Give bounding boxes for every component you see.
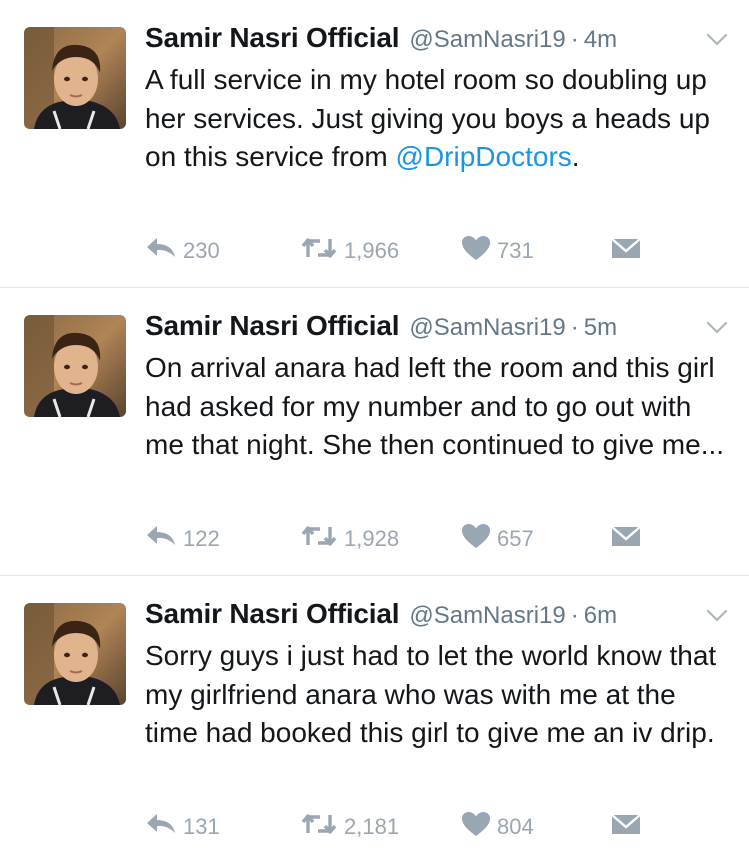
tweet[interactable]: Samir Nasri Official @SamNasri19 · 5m On… [0,288,749,575]
username-handle[interactable]: @SamNasri19 [409,602,565,630]
separator: · [570,602,579,629]
chevron-down-icon[interactable] [706,608,728,624]
dm-envelope-icon [611,236,641,266]
retweet-icon [300,811,338,843]
display-name[interactable]: Samir Nasri Official [145,598,400,630]
tweet-body: Sorry guys i just had to let the world k… [145,640,717,748]
like-button[interactable]: 657 [461,522,534,556]
avatar[interactable] [24,603,126,705]
tweet-header: Samir Nasri Official @SamNasri19 · 5m [145,310,617,346]
reply-button[interactable]: 131 [145,810,220,844]
chevron-down-icon[interactable] [706,32,728,48]
tweet-actions: 131 2,181 804 [145,810,645,844]
separator: · [570,314,579,341]
dm-button[interactable] [611,522,641,556]
like-count: 657 [497,526,534,551]
separator: · [570,26,579,53]
timestamp[interactable]: 4m [584,26,617,54]
retweet-count: 1,966 [344,238,400,263]
tweet-header: Samir Nasri Official @SamNasri19 · 6m [145,598,617,634]
dm-button[interactable] [611,234,641,268]
display-name[interactable]: Samir Nasri Official [145,310,400,342]
reply-icon [145,811,177,843]
retweet-button[interactable]: 1,928 [300,522,399,556]
heart-icon [461,523,491,555]
dm-envelope-icon [611,524,641,554]
tweet-header: Samir Nasri Official @SamNasri19 · 4m [145,22,617,58]
timestamp[interactable]: 5m [584,314,617,342]
retweet-button[interactable]: 2,181 [300,810,399,844]
reply-icon [145,235,177,267]
dm-envelope-icon [611,812,641,842]
chevron-down-icon[interactable] [706,320,728,336]
reply-count: 230 [183,238,220,263]
tweet-body: On arrival anara had left the room and t… [145,352,725,460]
like-button[interactable]: 731 [461,234,534,268]
retweet-count: 1,928 [344,526,400,551]
retweet-icon [300,523,338,555]
reply-count: 131 [183,814,220,839]
mention-link[interactable]: @DripDoctors [396,141,572,172]
timestamp[interactable]: 6m [584,602,617,630]
heart-icon [461,235,491,267]
like-count: 804 [497,814,534,839]
tweet[interactable]: Samir Nasri Official @SamNasri19 · 6m So… [0,576,749,863]
like-count: 731 [497,238,534,263]
tweet-actions: 230 1,966 731 [145,234,645,268]
avatar[interactable] [24,315,126,417]
tweet-actions: 122 1,928 657 [145,522,645,556]
tweet-text-end: . [571,141,580,172]
reply-button[interactable]: 122 [145,522,220,556]
tweet[interactable]: Samir Nasri Official @SamNasri19 · 4m A … [0,0,749,287]
reply-button[interactable]: 230 [145,234,220,268]
tweet-text: A full service in my hotel room so doubl… [145,61,730,177]
tweet-text: On arrival anara had left the room and t… [145,349,730,465]
avatar[interactable] [24,27,126,129]
dm-button[interactable] [611,810,641,844]
heart-icon [461,811,491,843]
display-name[interactable]: Samir Nasri Official [145,22,400,54]
username-handle[interactable]: @SamNasri19 [409,26,565,54]
reply-count: 122 [183,526,220,551]
retweet-count: 2,181 [344,814,400,839]
reply-icon [145,523,177,555]
retweet-button[interactable]: 1,966 [300,234,399,268]
retweet-icon [300,235,338,267]
tweet-text: Sorry guys i just had to let the world k… [145,637,730,753]
username-handle[interactable]: @SamNasri19 [409,314,565,342]
like-button[interactable]: 804 [461,810,534,844]
